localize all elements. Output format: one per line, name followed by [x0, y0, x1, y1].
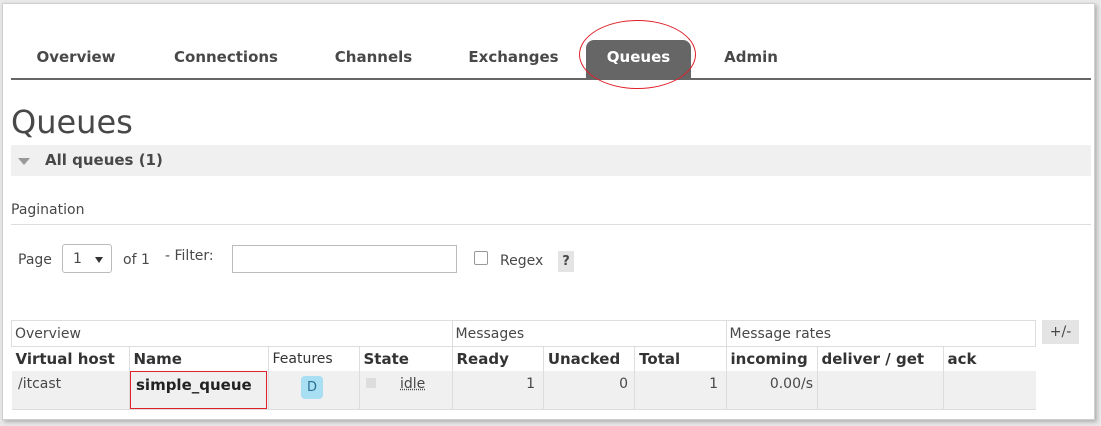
col-total[interactable]: Total — [634, 346, 726, 371]
highlight-circle-annotation — [579, 20, 696, 89]
col-virtual-host[interactable]: Virtual host — [12, 347, 130, 372]
cell-state: idle — [400, 376, 426, 392]
group-overview: Overview — [11, 320, 453, 347]
tab-admin[interactable]: Admin — [716, 40, 786, 78]
cell-unacked: 0 — [619, 376, 628, 392]
cell-virtual-host: /itcast — [18, 376, 62, 392]
col-ack[interactable]: ack — [942, 346, 1036, 371]
main-tabs: Overview Connections Channels Exchanges … — [11, 40, 1091, 80]
col-ready[interactable]: Ready — [451, 346, 544, 371]
column-toggle-button[interactable]: +/- — [1042, 320, 1079, 344]
group-message-rates: Message rates — [725, 320, 1036, 347]
collapse-triangle-icon — [18, 158, 30, 165]
col-state[interactable]: State — [358, 346, 452, 371]
regex-checkbox[interactable] — [474, 251, 488, 265]
page-count-label: of 1 — [123, 252, 150, 268]
management-window: Overview Connections Channels Exchanges … — [2, 3, 1095, 420]
all-queues-section-header[interactable]: All queues (1) — [11, 145, 1091, 176]
page-select[interactable]: 1 — [62, 244, 112, 273]
highlight-rectangle-annotation — [130, 371, 267, 409]
cell-ready: 1 — [526, 376, 535, 392]
col-incoming[interactable]: incoming — [725, 346, 817, 371]
cell-total: 1 — [709, 376, 718, 392]
pagination-divider — [11, 224, 1091, 225]
tab-channels[interactable]: Channels — [321, 40, 426, 78]
col-deliver-get[interactable]: deliver / get — [816, 346, 943, 371]
tab-exchanges[interactable]: Exchanges — [451, 40, 576, 78]
group-messages: Messages — [451, 320, 727, 347]
chevron-down-icon — [95, 257, 103, 263]
tab-overview[interactable]: Overview — [21, 40, 131, 78]
page-label: Page — [18, 252, 52, 268]
durable-feature-badge: D — [301, 376, 323, 399]
col-features: Features — [267, 346, 359, 371]
regex-help-button[interactable]: ? — [558, 251, 574, 272]
filter-input[interactable] — [232, 245, 457, 273]
filter-label: - Filter: — [165, 248, 214, 264]
col-name[interactable]: Name — [128, 346, 268, 371]
page-select-value: 1 — [73, 251, 82, 267]
cell-incoming: 0.00/s — [769, 376, 813, 392]
page-title: Queues — [11, 103, 133, 141]
tab-connections[interactable]: Connections — [161, 40, 291, 78]
pagination-label: Pagination — [11, 202, 85, 218]
state-indicator-icon — [366, 378, 376, 388]
regex-label: Regex — [500, 253, 544, 269]
col-unacked[interactable]: Unacked — [542, 346, 635, 371]
section-title: All queues (1) — [45, 151, 163, 169]
